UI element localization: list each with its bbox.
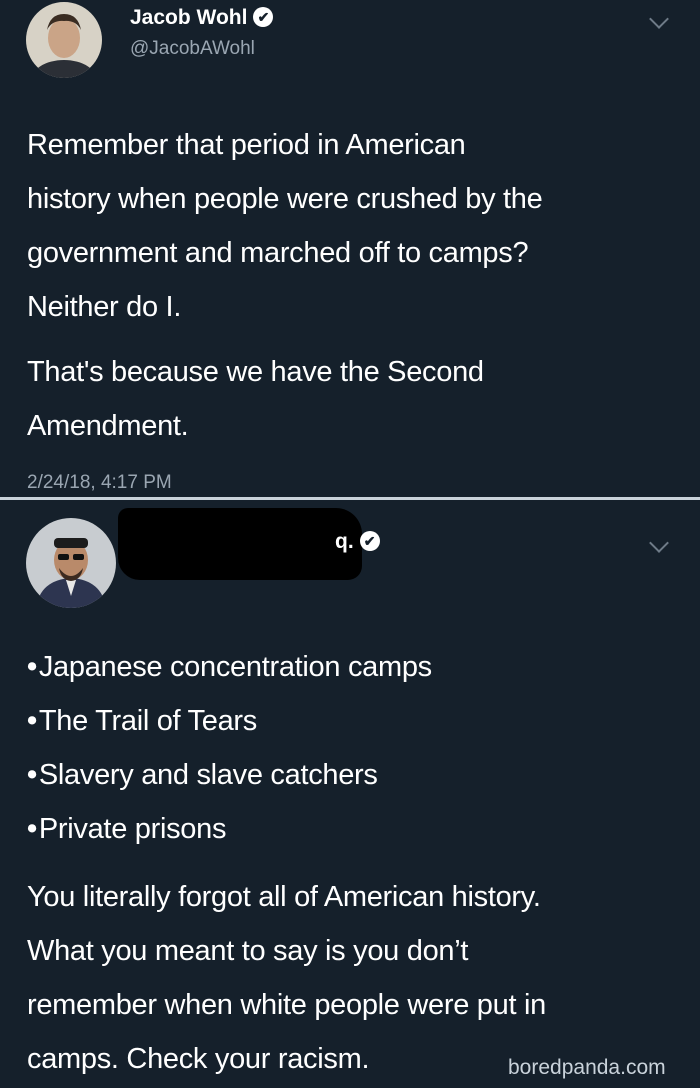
verified-badge-icon: ✔	[253, 7, 274, 27]
text-line: remember when white people were put in	[27, 989, 546, 1021]
tweet-text-paragraph-2: That's because we have the Second Amendm…	[27, 345, 687, 453]
tweet-text-paragraph: You literally forgot all of American his…	[27, 870, 687, 1086]
list-item: •Slavery and slave catchers	[27, 748, 432, 802]
bullet: •	[27, 813, 37, 845]
list-item: •Private prisons	[27, 802, 432, 856]
tweet-timestamp[interactable]: 2/24/18, 4:17 PM	[27, 472, 172, 494]
text-line: Amendment.	[27, 410, 189, 442]
bullet: •	[27, 759, 37, 791]
chevron-down-icon[interactable]	[649, 533, 669, 553]
text-line: That's because we have the Second	[27, 356, 484, 388]
text-line: You literally forgot all of American his…	[27, 881, 541, 913]
bullet: •	[27, 651, 37, 683]
avatar-photo	[26, 2, 102, 78]
list-item-text: Private prisons	[38, 813, 227, 845]
display-name[interactable]: Jacob Wohl ✔	[130, 6, 274, 30]
bullet: •	[27, 705, 37, 737]
text-line: What you meant to say is you don’t	[27, 935, 469, 967]
display-name[interactable]: q. ✔	[335, 530, 380, 554]
tweet-original: Jacob Wohl ✔ @JacobAWohl Remember that pe…	[0, 0, 700, 498]
list-item-text: Japanese concentration camps	[38, 651, 432, 683]
watermark: boredpanda.com	[508, 1056, 666, 1079]
bullet-list: •Japanese concentration camps •The Trail…	[27, 640, 432, 856]
text-line: Remember that period in American	[27, 129, 466, 161]
tweet-reply: q. ✔ •Japanese concentration camps •The T…	[0, 500, 700, 1088]
display-name-text: Jacob Wohl	[130, 6, 248, 29]
tweet-text-paragraph-1: Remember that period in American history…	[27, 118, 687, 334]
list-item: •The Trail of Tears	[27, 694, 432, 748]
display-name-text: q.	[335, 530, 354, 553]
user-handle[interactable]: @JacobAWohl	[130, 38, 255, 60]
verified-badge-icon: ✔	[359, 531, 380, 551]
avatar-photo	[26, 518, 116, 608]
redacted-name-block	[118, 508, 362, 580]
chevron-down-icon[interactable]	[649, 9, 669, 29]
avatar[interactable]	[26, 518, 116, 608]
list-item-text: The Trail of Tears	[38, 705, 257, 737]
avatar[interactable]	[26, 2, 102, 78]
list-item: •Japanese concentration camps	[27, 640, 432, 694]
text-line: government and marched off to camps?	[27, 237, 529, 269]
text-line: Neither do I.	[27, 291, 182, 323]
text-line: history when people were crushed by the	[27, 183, 543, 215]
list-item-text: Slavery and slave catchers	[38, 759, 378, 791]
